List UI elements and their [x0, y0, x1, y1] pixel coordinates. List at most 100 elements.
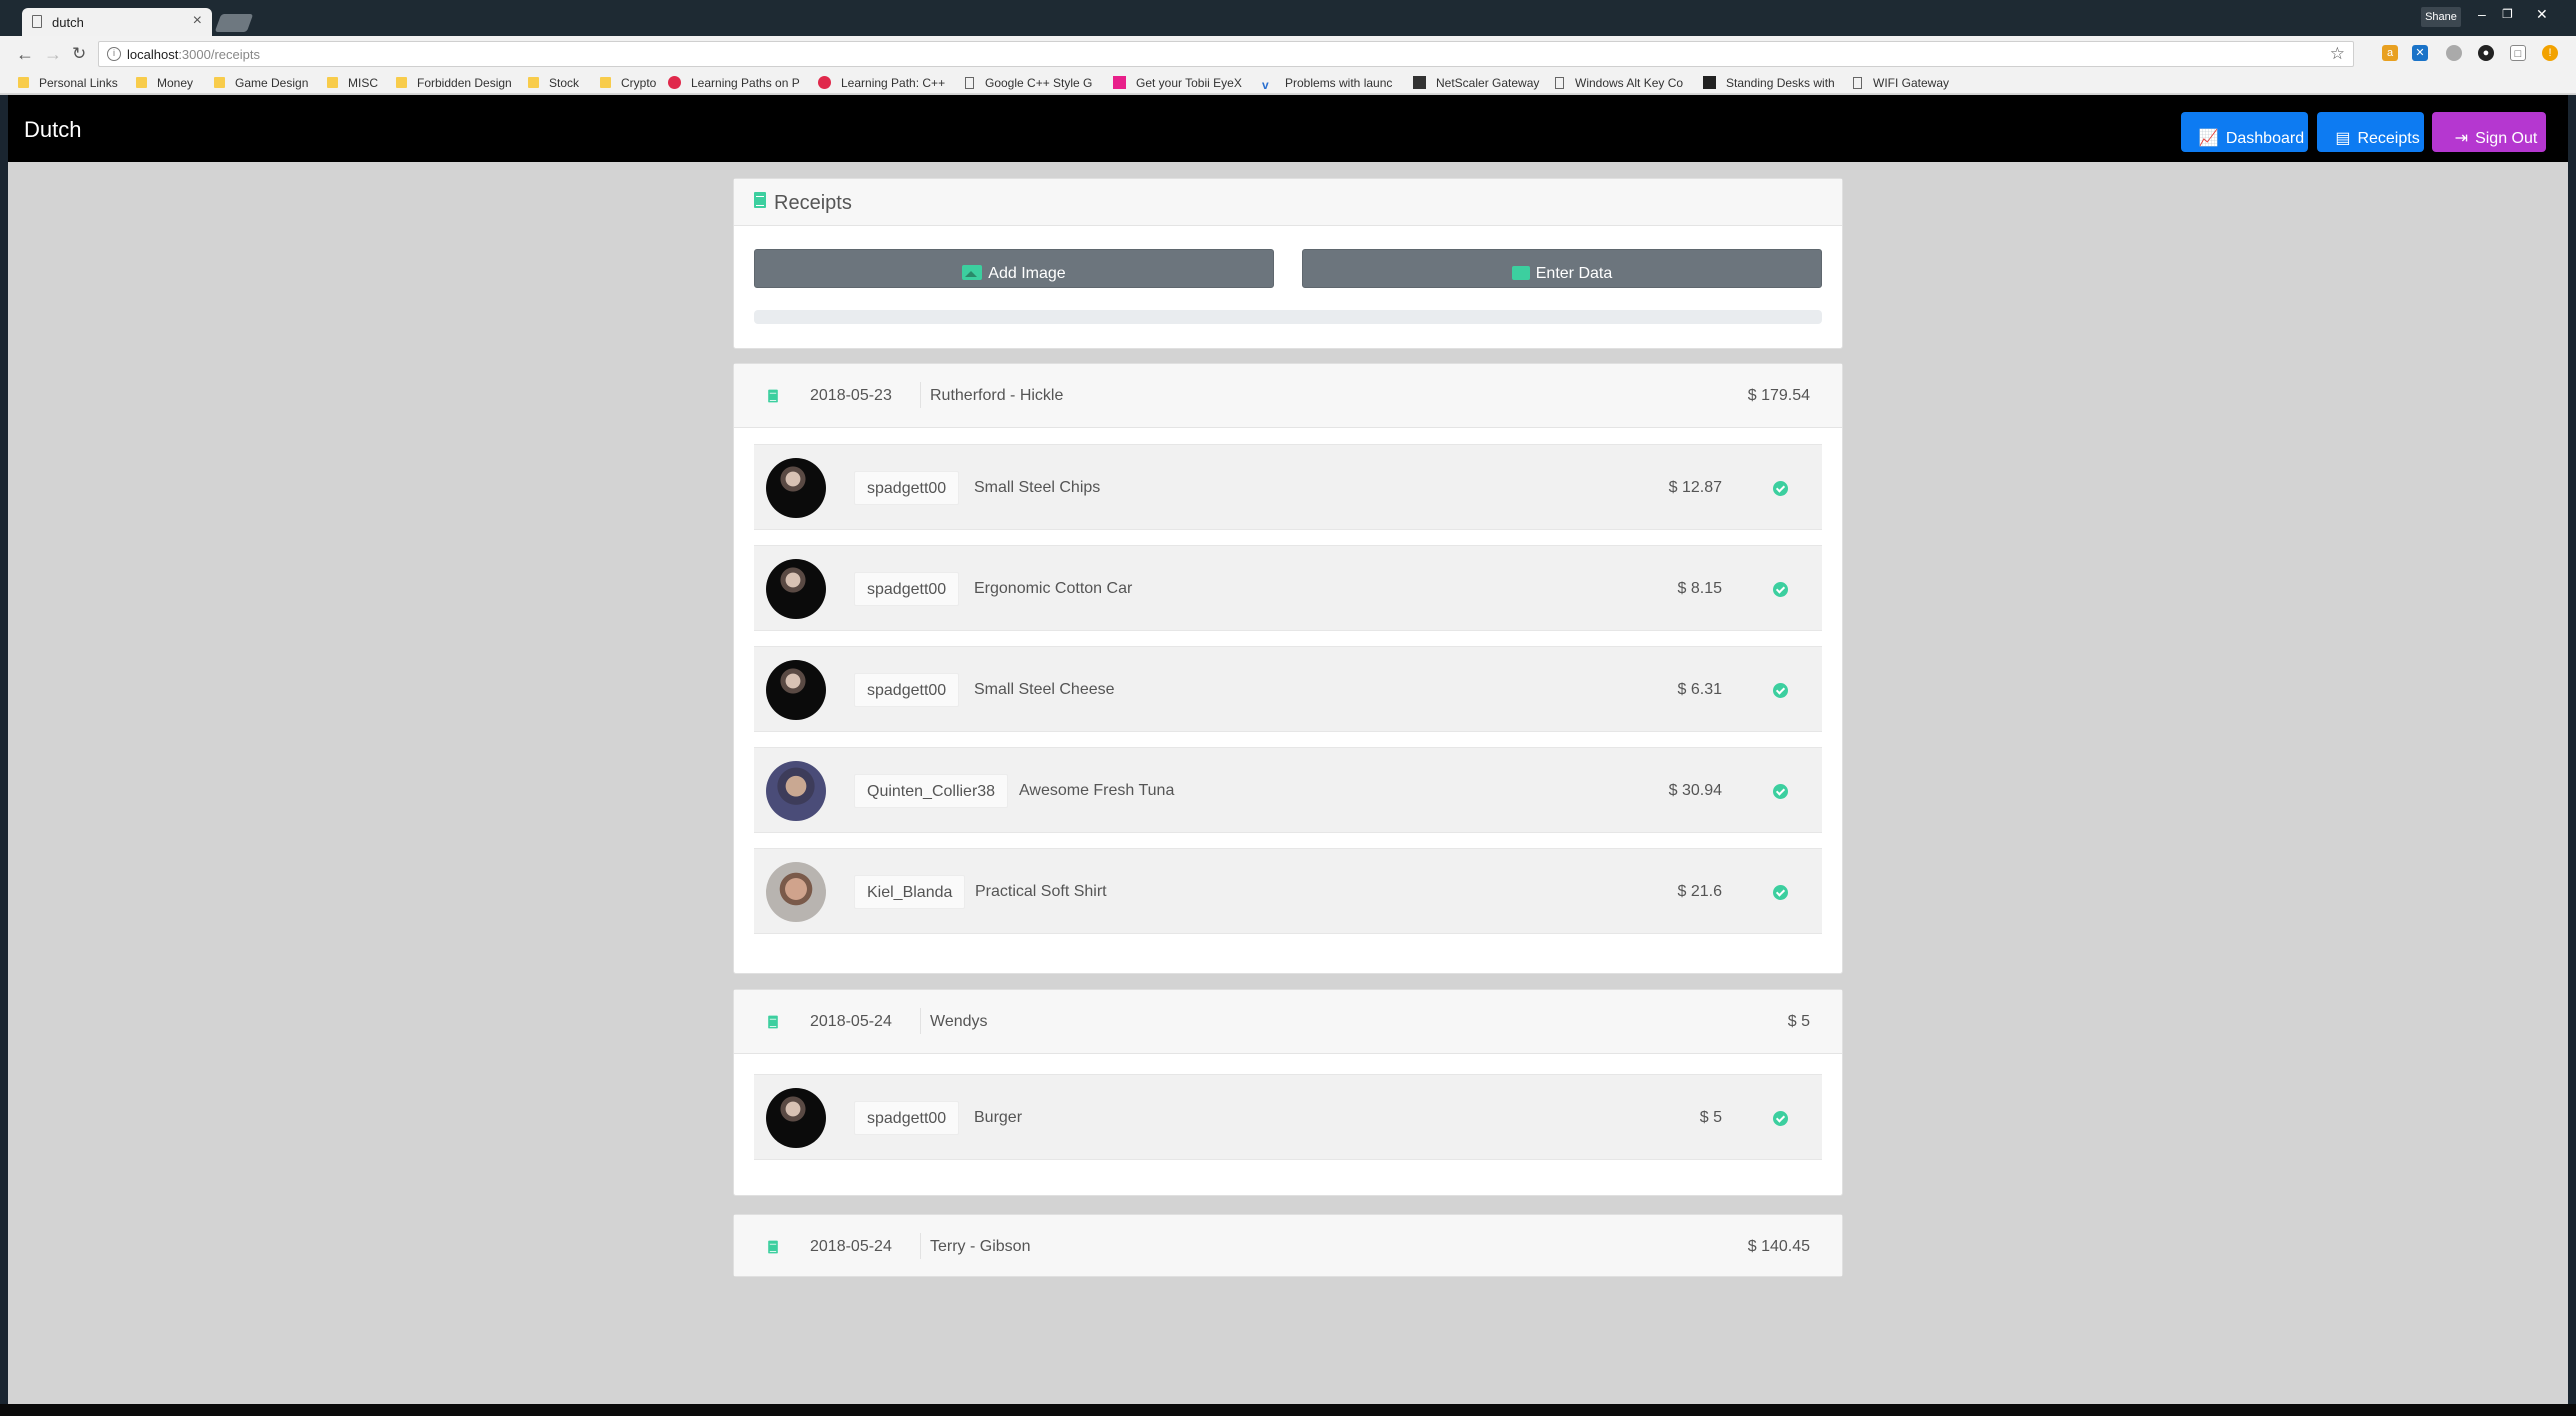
page-icon: [32, 15, 42, 28]
item-price: $ 30.94: [1668, 782, 1722, 799]
sign-out-button[interactable]: ⇥ Sign Out: [2432, 112, 2546, 152]
blue-extension-icon[interactable]: ✕: [2412, 45, 2428, 61]
page-icon: [965, 77, 974, 89]
item-name: Small Steel Chips: [974, 479, 1101, 496]
minimize-icon[interactable]: –: [2478, 6, 2486, 22]
receipt-icon: [768, 1240, 778, 1254]
check-icon[interactable]: [1773, 784, 1788, 799]
bookmark-item[interactable]: Money: [136, 76, 193, 90]
bookmark-item[interactable]: MISC: [327, 76, 378, 90]
dashboard-button[interactable]: 📈 Dashboard: [2181, 112, 2308, 152]
bookmarks-bar: Personal Links Money Game Design MISC Fo…: [0, 72, 2576, 94]
page-icon: [1853, 77, 1862, 89]
bookmark-item[interactable]: WIFI Gateway: [1853, 76, 1949, 90]
user-tag: spadgett00: [854, 471, 960, 505]
receipt-icon: [754, 192, 766, 208]
forward-icon[interactable]: →: [44, 44, 62, 65]
bookmark-item[interactable]: NetScaler Gateway: [1413, 76, 1539, 90]
taskbar-edge: [0, 1404, 2576, 1416]
window-extension-icon[interactable]: □: [2510, 45, 2526, 61]
new-tab-button[interactable]: [214, 14, 254, 32]
update-icon[interactable]: !: [2542, 45, 2558, 61]
data-icon: [1511, 265, 1530, 280]
app-navbar: Dutch 📈 Dashboard ▤ Receipts ⇥ Sign Out: [8, 95, 2568, 162]
bookmark-item[interactable]: v Problems with launc: [1262, 76, 1392, 92]
bookmark-item[interactable]: Game Design: [214, 76, 308, 90]
avatar: [766, 862, 826, 922]
user-tag: Kiel_Blanda: [854, 875, 966, 909]
check-icon[interactable]: [1773, 582, 1788, 597]
receipt-date: 2018-05-24: [810, 1013, 892, 1030]
receipt-item[interactable]: Kiel_Blanda Practical Soft Shirt $ 21.6: [754, 848, 1822, 934]
bookmark-item[interactable]: Standing Desks with: [1703, 76, 1835, 90]
card-header: Receipts: [734, 179, 1842, 226]
netscaler-icon: [1413, 76, 1426, 89]
receipt-item[interactable]: spadgett00 Small Steel Chips $ 12.87: [754, 444, 1822, 530]
add-image-button[interactable]: Add Image: [754, 249, 1274, 288]
folder-icon: [327, 77, 338, 88]
page-icon: [1555, 77, 1564, 89]
item-price: $ 8.15: [1677, 580, 1722, 597]
amazon-extension-icon[interactable]: a: [2382, 45, 2398, 61]
tobii-icon: [1113, 76, 1126, 89]
enter-data-button[interactable]: Enter Data: [1302, 249, 1822, 288]
avatar: [766, 761, 826, 821]
receipt-item[interactable]: spadgett00 Ergonomic Cotton Car $ 8.15: [754, 545, 1822, 631]
bookmark-item[interactable]: Windows Alt Key Co: [1555, 76, 1683, 90]
receipt-item[interactable]: spadgett00 Burger $ 5: [754, 1074, 1822, 1160]
check-icon[interactable]: [1773, 683, 1788, 698]
address-bar[interactable]: i localhost:3000/receipts ☆: [98, 41, 2354, 67]
check-icon[interactable]: [1773, 481, 1788, 496]
bookmark-star-icon[interactable]: ☆: [2330, 44, 2345, 64]
image-icon: [962, 264, 983, 280]
back-icon[interactable]: ←: [16, 44, 34, 65]
receipt-item[interactable]: spadgett00 Small Steel Cheese $ 6.31: [754, 646, 1822, 732]
dark-extension-icon[interactable]: ●: [2478, 45, 2494, 61]
check-icon[interactable]: [1773, 1111, 1788, 1126]
receipt-header[interactable]: 2018-05-23 Rutherford - Hickle $ 179.54: [734, 364, 1842, 428]
item-name: Burger: [974, 1109, 1023, 1126]
brand-logo[interactable]: Dutch: [24, 117, 81, 143]
browser-titlebar: dutch × Shane – ❐ ✕: [0, 0, 2576, 36]
item-price: $ 21.6: [1677, 883, 1722, 900]
bookmark-item[interactable]: Google C++ Style G: [965, 76, 1092, 90]
desktop-edge-left: [0, 95, 8, 1416]
bookmark-item[interactable]: Forbidden Design: [396, 76, 512, 90]
check-icon[interactable]: [1773, 885, 1788, 900]
receipt-store: Wendys: [930, 1013, 988, 1030]
close-window-icon[interactable]: ✕: [2536, 6, 2548, 23]
bookmark-item[interactable]: Personal Links: [18, 76, 118, 90]
receipt-total: $ 140.45: [1747, 1238, 1810, 1255]
reload-icon[interactable]: ↻: [72, 44, 86, 64]
item-name: Ergonomic Cotton Car: [974, 580, 1133, 597]
divider: [920, 382, 921, 408]
item-name: Small Steel Cheese: [974, 681, 1115, 698]
browser-tab[interactable]: dutch ×: [22, 8, 212, 36]
receipt-card: 2018-05-23 Rutherford - Hickle $ 179.54 …: [733, 363, 1843, 974]
info-icon[interactable]: i: [107, 47, 121, 61]
url-host: localhost: [127, 47, 179, 62]
folder-icon: [18, 77, 29, 88]
bookmark-item[interactable]: Get your Tobii EyeX: [1113, 76, 1242, 90]
receipts-button[interactable]: ▤ Receipts: [2317, 112, 2424, 152]
grey-extension-icon[interactable]: [2446, 45, 2462, 61]
bookmark-item[interactable]: Crypto: [600, 76, 656, 90]
avatar: [766, 660, 826, 720]
desk-icon: [1703, 76, 1716, 89]
divider: [920, 1008, 921, 1034]
receipt-item[interactable]: Quinten_Collier38 Awesome Fresh Tuna $ 3…: [754, 747, 1822, 833]
profile-button[interactable]: Shane: [2421, 7, 2461, 27]
item-name: Awesome Fresh Tuna: [1019, 782, 1175, 799]
bookmark-item[interactable]: Stock: [528, 76, 579, 90]
bookmark-item[interactable]: Learning Path: C++: [818, 76, 945, 90]
restore-icon[interactable]: ❐: [2502, 7, 2513, 21]
avatar: [766, 458, 826, 518]
close-tab-icon[interactable]: ×: [193, 12, 202, 30]
receipt-total: $ 179.54: [1747, 387, 1810, 404]
bookmark-item[interactable]: Learning Paths on P: [668, 76, 800, 90]
v-icon: v: [1262, 78, 1269, 92]
receipt-header[interactable]: 2018-05-24 Terry - Gibson $ 140.45: [734, 1215, 1842, 1276]
receipt-icon: [768, 389, 778, 403]
user-tag: Quinten_Collier38: [854, 774, 1009, 808]
receipt-header[interactable]: 2018-05-24 Wendys $ 5: [734, 990, 1842, 1054]
